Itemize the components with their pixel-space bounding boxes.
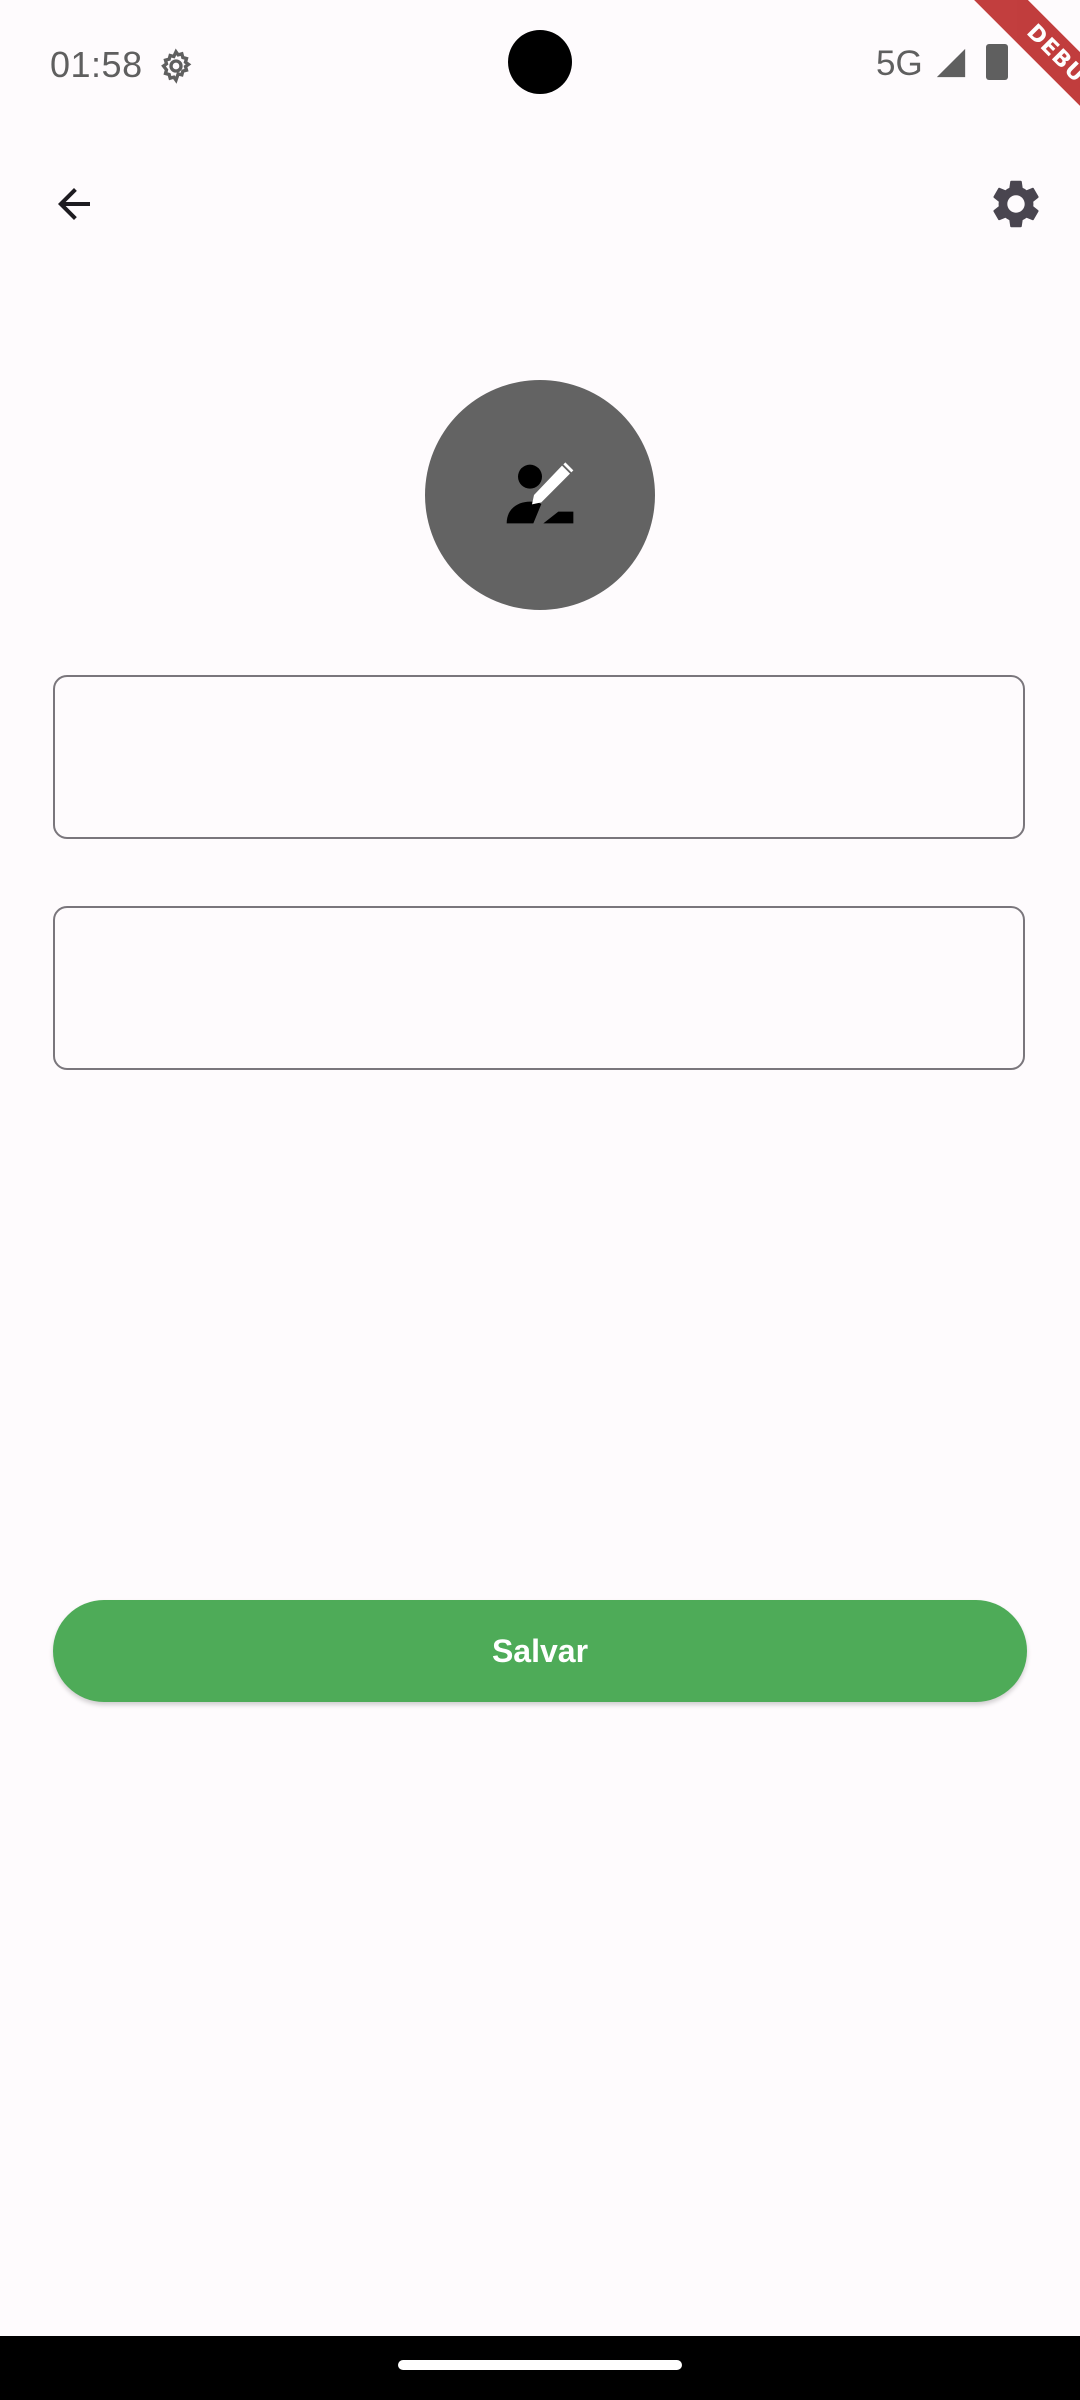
name-input[interactable] — [53, 675, 1025, 839]
network-label: 5G — [876, 44, 923, 83]
home-indicator[interactable] — [398, 2360, 682, 2370]
debug-banner: DEBUG — [920, 0, 1080, 160]
debug-banner-label: DEBUG — [956, 0, 1080, 160]
save-button[interactable]: Salvar — [53, 1600, 1027, 1702]
settings-gear-icon — [161, 48, 192, 84]
status-bar: 01:58 5G DEBUG — [0, 0, 1080, 160]
back-button[interactable] — [36, 166, 112, 242]
arrow-back-icon — [58, 188, 90, 220]
person-edit-icon — [506, 462, 574, 524]
save-button-label: Salvar — [491, 1632, 589, 1669]
settings-button[interactable] — [976, 164, 1056, 244]
avatar-edit-button[interactable] — [425, 380, 655, 610]
settings-gear-icon — [993, 180, 1039, 228]
screen: 01:58 5G DEBUG Salvar — [0, 0, 1080, 2400]
email-input[interactable] — [53, 906, 1025, 1070]
status-time: 01:58 — [50, 44, 143, 85]
camera-cutout — [508, 30, 572, 94]
